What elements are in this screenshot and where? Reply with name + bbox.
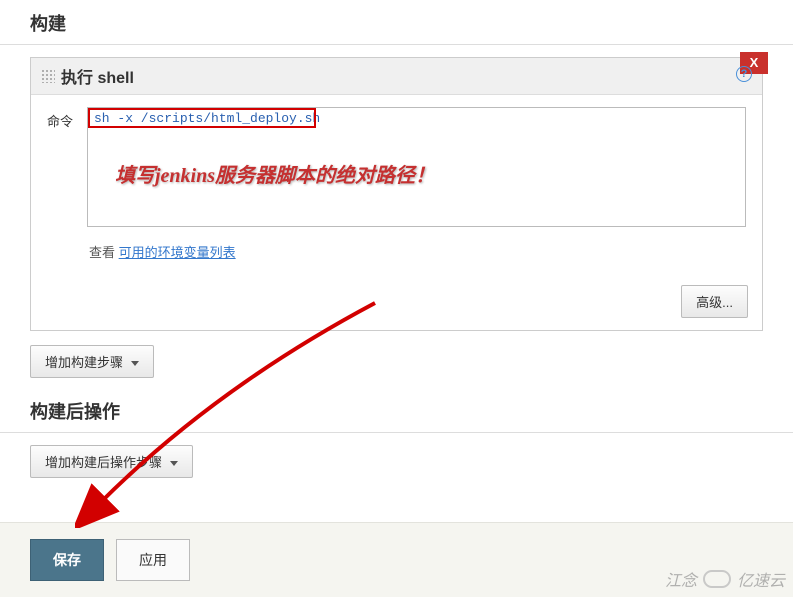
env-prefix: 查看	[89, 245, 119, 260]
add-build-step-label: 增加构建步骤	[45, 355, 123, 370]
build-section-title: 构建	[0, 0, 793, 45]
advanced-button[interactable]: 高级...	[681, 285, 748, 318]
watermark-right: 亿速云	[737, 567, 785, 591]
chevron-down-icon	[131, 361, 139, 366]
post-build-section-title: 构建后操作	[0, 388, 793, 433]
post-build-section: 增加构建后操作步骤	[0, 433, 793, 494]
shell-body: 命令 填写jenkins服务器脚本的绝对路径！ 查看 可用的环境变量列表	[31, 95, 762, 275]
watermark: 江念 亿速云	[665, 567, 785, 591]
build-section: X ? 执行 shell 命令 填写jenkins服务器脚本的绝对路径！ 查看 …	[0, 45, 793, 388]
add-post-build-step-button[interactable]: 增加构建后操作步骤	[30, 445, 193, 478]
shell-header-label: 执行 shell	[61, 64, 134, 88]
command-textarea[interactable]	[87, 107, 746, 227]
shell-step-block: X ? 执行 shell 命令 填写jenkins服务器脚本的绝对路径！ 查看 …	[30, 57, 763, 331]
drag-handle-icon[interactable]	[41, 69, 55, 83]
save-button[interactable]: 保存	[30, 539, 104, 581]
help-icon[interactable]: ?	[736, 66, 752, 82]
watermark-left: 江念	[665, 567, 697, 591]
env-vars-link[interactable]: 可用的环境变量列表	[119, 245, 236, 260]
add-build-step-button[interactable]: 增加构建步骤	[30, 345, 154, 378]
cloud-icon	[703, 570, 731, 588]
add-post-build-label: 增加构建后操作步骤	[45, 455, 162, 470]
env-vars-row: 查看 可用的环境变量列表	[47, 242, 746, 261]
shell-step-header[interactable]: 执行 shell	[31, 58, 762, 95]
command-label: 命令	[47, 107, 77, 130]
chevron-down-icon	[170, 461, 178, 466]
apply-button[interactable]: 应用	[116, 539, 190, 581]
